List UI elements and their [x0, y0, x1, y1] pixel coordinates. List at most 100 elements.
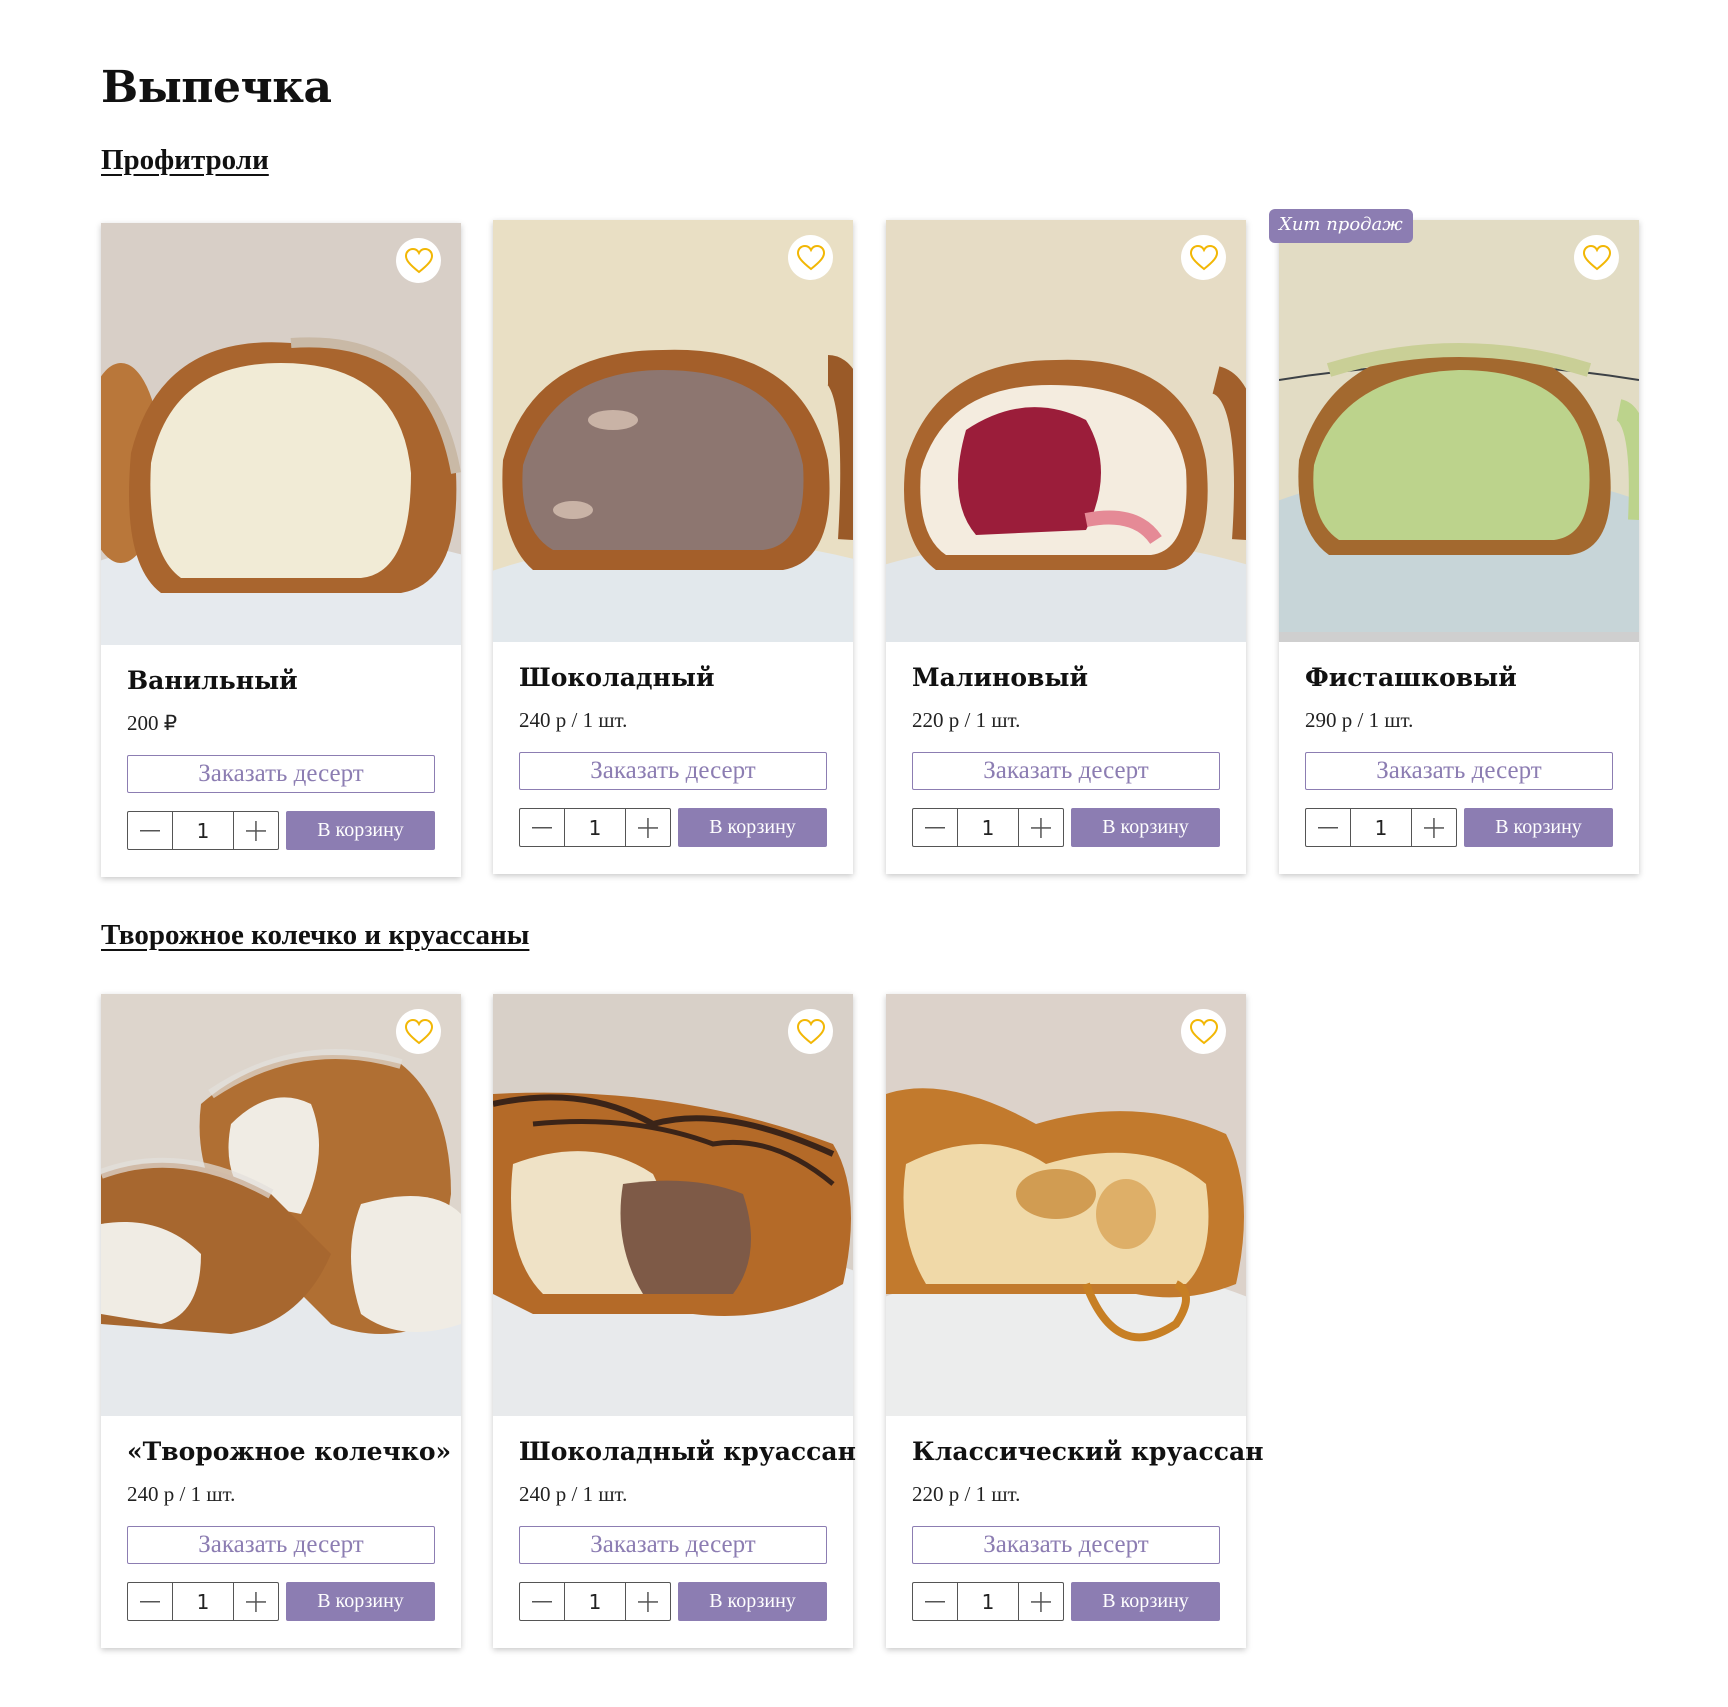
quantity-stepper: 1: [127, 1582, 279, 1621]
quantity-input[interactable]: 1: [1350, 809, 1412, 846]
product-card: Хит продаж Фисташковый 290 р / 1 шт. Зак…: [1269, 209, 1639, 874]
heart-icon: [1582, 244, 1611, 270]
quantity-input[interactable]: 1: [564, 1583, 626, 1620]
heart-icon: [796, 244, 825, 270]
product-price: 240 р / 1 шт.: [519, 1482, 628, 1506]
favorite-button[interactable]: [788, 1009, 833, 1054]
page-title: Выпечка: [101, 62, 332, 113]
minus-icon: [532, 826, 552, 828]
heart-icon: [796, 1018, 825, 1044]
product-name: «Творожное колечко»: [127, 1437, 452, 1466]
decrease-button[interactable]: [128, 812, 172, 849]
product-name: Шоколадный круассан: [519, 1437, 856, 1466]
add-to-cart-button[interactable]: В корзину: [286, 811, 435, 850]
quantity-input[interactable]: 1: [957, 809, 1019, 846]
product-price: 220 р / 1 шт.: [912, 708, 1021, 732]
quantity-input[interactable]: 1: [957, 1583, 1019, 1620]
decrease-button[interactable]: [1306, 809, 1350, 846]
product-card: Малиновый 220 р / 1 шт. Заказать десерт …: [886, 220, 1246, 874]
order-dessert-button[interactable]: Заказать десерт: [519, 752, 827, 790]
heart-icon: [404, 247, 433, 273]
plus-icon: [638, 1591, 658, 1612]
quantity-stepper: 1: [519, 1582, 671, 1621]
plus-icon: [246, 820, 266, 841]
quantity-stepper: 1: [1305, 808, 1457, 847]
decrease-button[interactable]: [520, 1583, 564, 1620]
product-price: 240 р / 1 шт.: [127, 1482, 236, 1506]
favorite-button[interactable]: [1181, 235, 1226, 280]
increase-button[interactable]: [234, 812, 278, 849]
order-dessert-button[interactable]: Заказать десерт: [127, 1526, 435, 1564]
bestseller-badge: Хит продаж: [1269, 209, 1413, 243]
increase-button[interactable]: [1412, 809, 1456, 846]
product-name: Фисташковый: [1305, 663, 1517, 692]
product-card: Ванильный 200 ₽ Заказать десерт 1 В корз…: [101, 223, 461, 877]
product-photo[interactable]: [493, 994, 853, 1416]
product-photo[interactable]: [493, 220, 853, 642]
add-to-cart-button[interactable]: В корзину: [678, 1582, 827, 1621]
plus-icon: [1031, 817, 1051, 838]
order-dessert-button[interactable]: Заказать десерт: [1305, 752, 1613, 790]
product-card: Шоколадный круассан 240 р / 1 шт. Заказа…: [493, 994, 856, 1648]
increase-button[interactable]: [626, 809, 670, 846]
favorite-button[interactable]: [396, 238, 441, 283]
section-title-profiteroles[interactable]: Профитроли: [101, 144, 269, 177]
product-photo[interactable]: [101, 994, 461, 1416]
add-to-cart-button[interactable]: В корзину: [1071, 1582, 1220, 1621]
quantity-stepper: 1: [912, 808, 1064, 847]
product-photo[interactable]: [886, 220, 1246, 642]
minus-icon: [140, 829, 160, 831]
decrease-button[interactable]: [128, 1583, 172, 1620]
order-dessert-button[interactable]: Заказать десерт: [912, 1526, 1220, 1564]
increase-button[interactable]: [1019, 809, 1063, 846]
product-name: Шоколадный: [519, 663, 715, 692]
heart-icon: [404, 1018, 433, 1044]
plus-icon: [1424, 817, 1444, 838]
decrease-button[interactable]: [913, 1583, 957, 1620]
order-dessert-button[interactable]: Заказать десерт: [519, 1526, 827, 1564]
order-dessert-button[interactable]: Заказать десерт: [912, 752, 1220, 790]
add-to-cart-button[interactable]: В корзину: [678, 808, 827, 847]
section-title-croissants[interactable]: Творожное колечко и круассаны: [101, 919, 529, 952]
product-price: 200 ₽: [127, 711, 178, 735]
plus-icon: [638, 817, 658, 838]
add-to-cart-button[interactable]: В корзину: [286, 1582, 435, 1621]
favorite-button[interactable]: [396, 1009, 441, 1054]
heart-icon: [1189, 1018, 1218, 1044]
favorite-button[interactable]: [1574, 235, 1619, 280]
product-photo[interactable]: [886, 994, 1246, 1416]
minus-icon: [532, 1600, 552, 1602]
decrease-button[interactable]: [913, 809, 957, 846]
increase-button[interactable]: [1019, 1583, 1063, 1620]
product-photo[interactable]: [101, 223, 461, 645]
increase-button[interactable]: [626, 1583, 670, 1620]
product-photo[interactable]: [1279, 220, 1639, 642]
favorite-button[interactable]: [788, 235, 833, 280]
minus-icon: [925, 826, 945, 828]
heart-icon: [1189, 244, 1218, 270]
add-to-cart-button[interactable]: В корзину: [1071, 808, 1220, 847]
add-to-cart-button[interactable]: В корзину: [1464, 808, 1613, 847]
minus-icon: [140, 1600, 160, 1602]
product-card: Шоколадный 240 р / 1 шт. Заказать десерт…: [493, 220, 853, 874]
product-name: Малиновый: [912, 663, 1088, 692]
quantity-input[interactable]: 1: [172, 812, 234, 849]
product-name: Классический круассан: [912, 1437, 1264, 1466]
product-card: «Творожное колечко» 240 р / 1 шт. Заказа…: [101, 994, 461, 1648]
favorite-button[interactable]: [1181, 1009, 1226, 1054]
plus-icon: [246, 1591, 266, 1612]
quantity-input[interactable]: 1: [564, 809, 626, 846]
decrease-button[interactable]: [520, 809, 564, 846]
product-price: 220 р / 1 шт.: [912, 1482, 1021, 1506]
order-dessert-button[interactable]: Заказать десерт: [127, 755, 435, 793]
minus-icon: [1318, 826, 1338, 828]
product-card: Классический круассан 220 р / 1 шт. Зака…: [886, 994, 1264, 1648]
increase-button[interactable]: [234, 1583, 278, 1620]
product-price: 240 р / 1 шт.: [519, 708, 628, 732]
quantity-stepper: 1: [519, 808, 671, 847]
quantity-stepper: 1: [127, 811, 279, 850]
quantity-stepper: 1: [912, 1582, 1064, 1621]
product-price: 290 р / 1 шт.: [1305, 708, 1414, 732]
minus-icon: [925, 1600, 945, 1602]
quantity-input[interactable]: 1: [172, 1583, 234, 1620]
